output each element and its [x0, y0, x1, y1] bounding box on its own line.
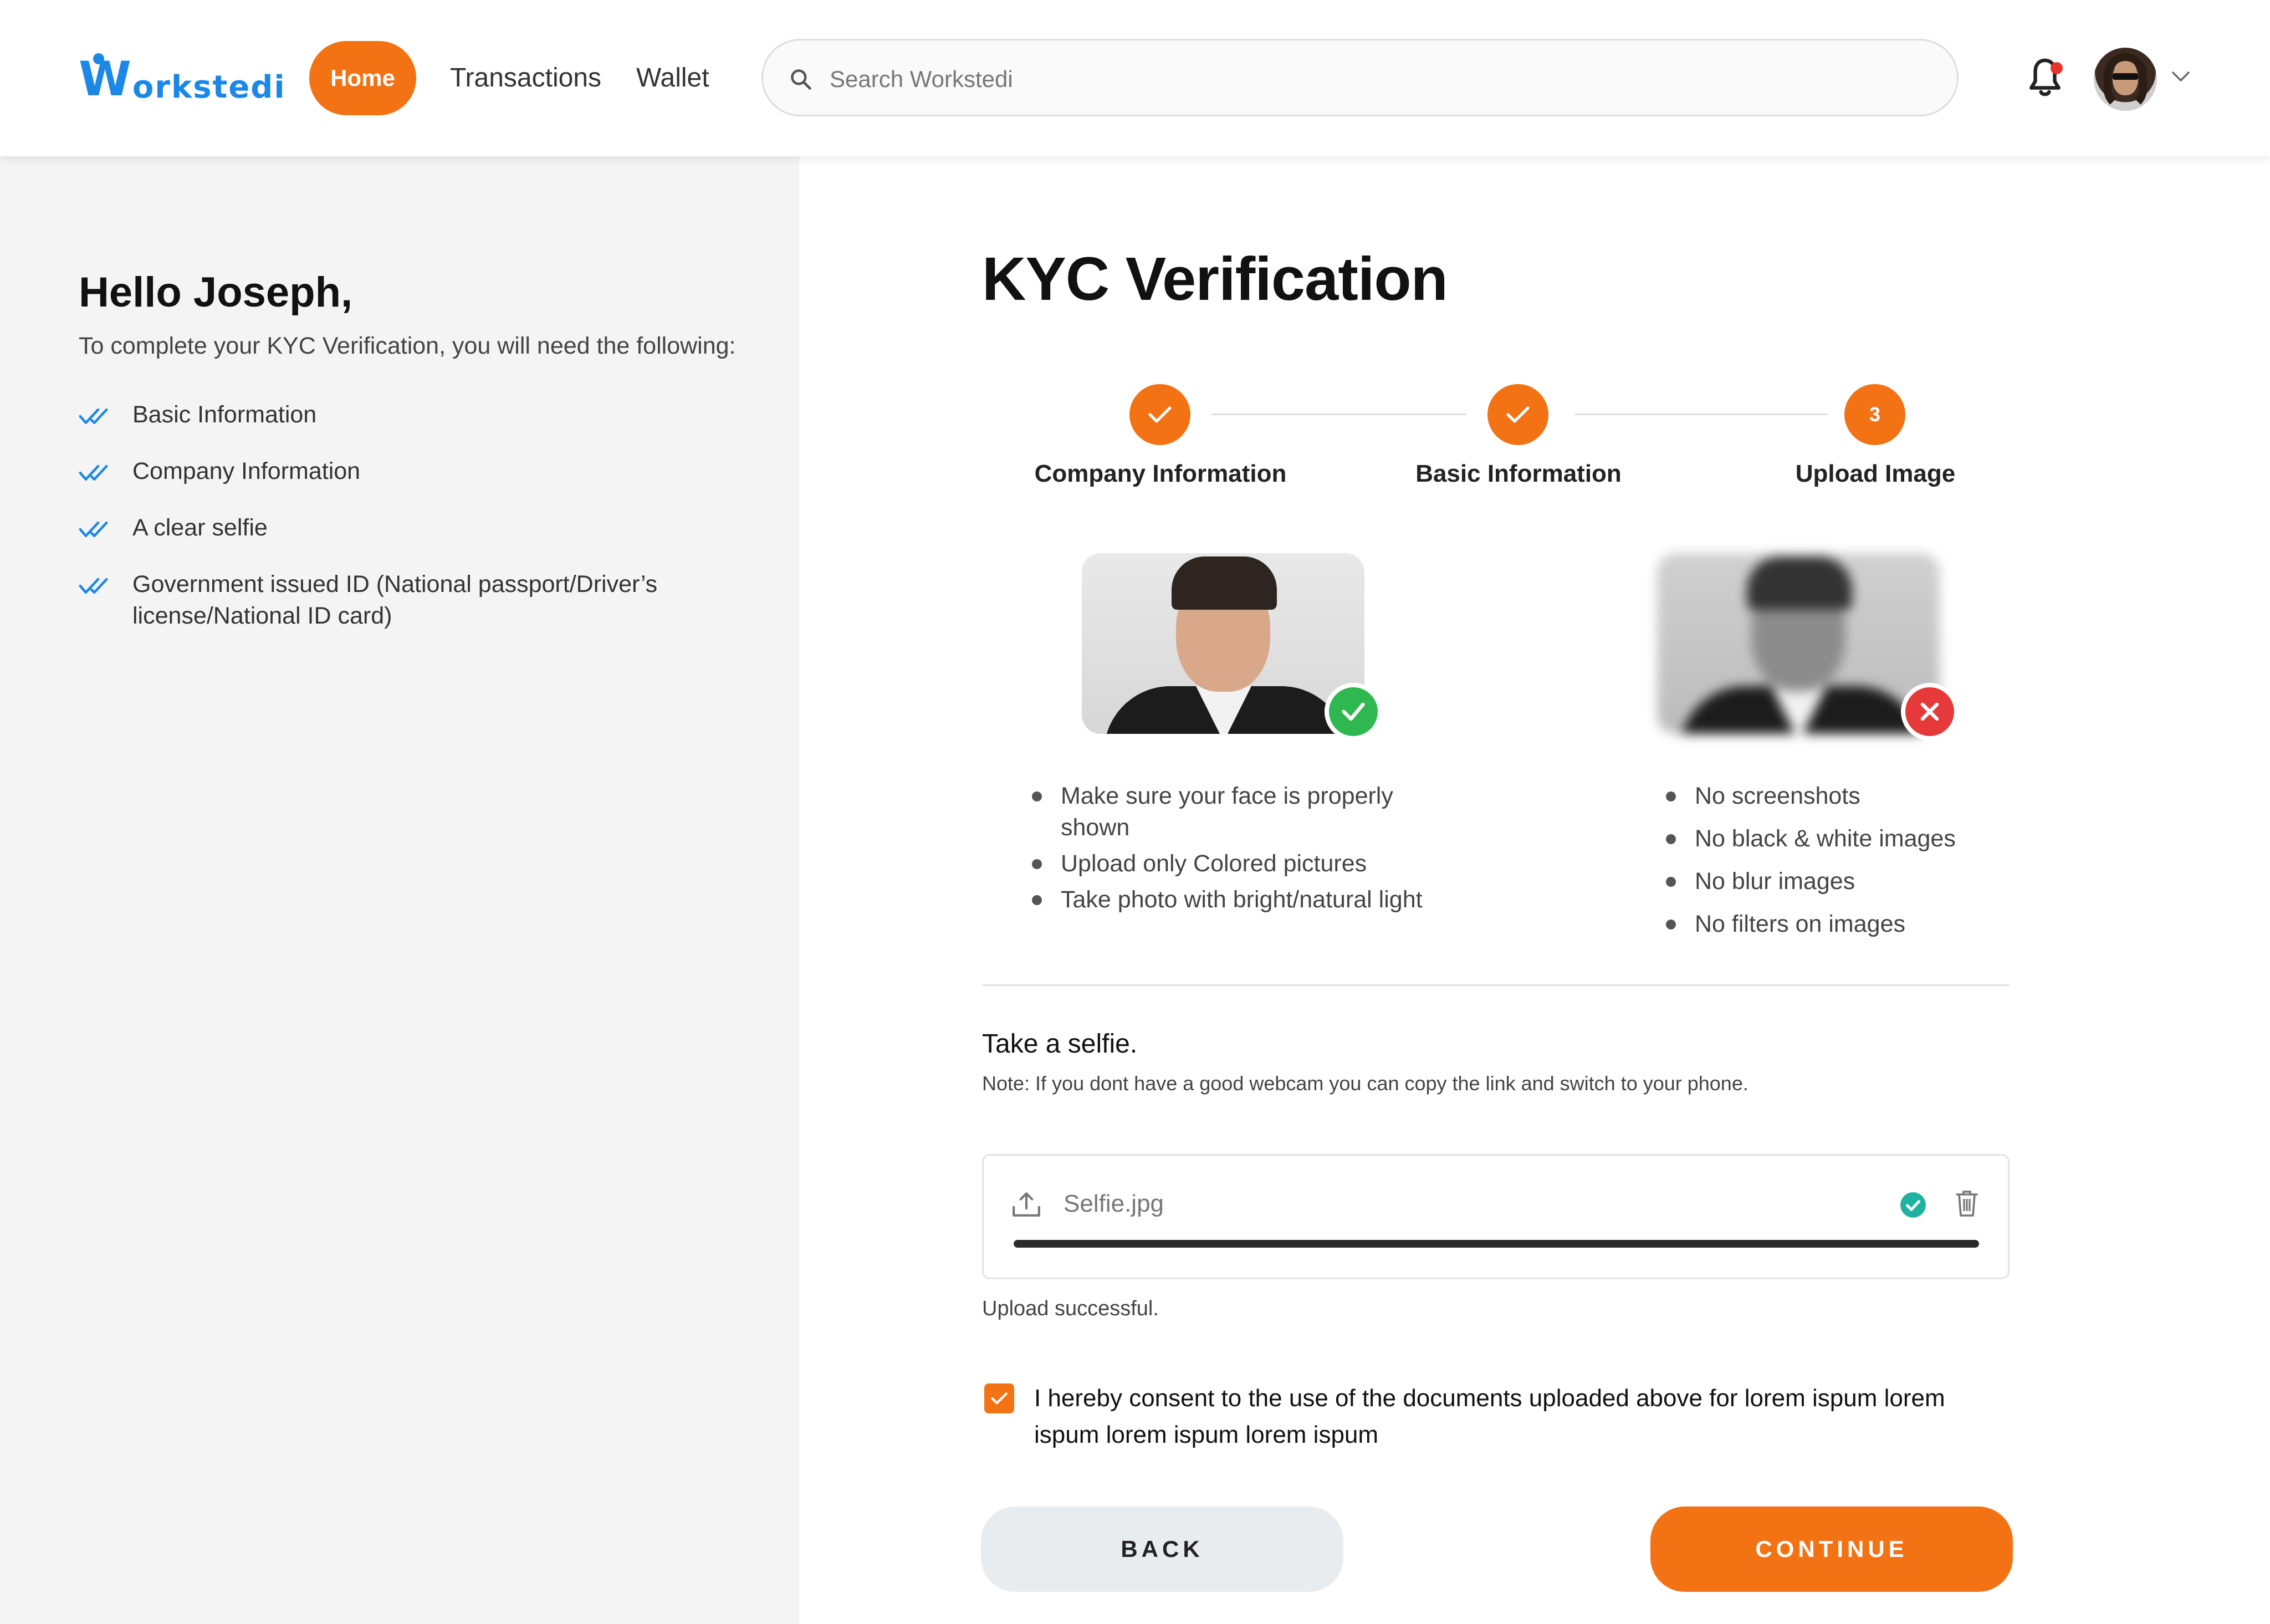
logo-dot [93, 53, 104, 64]
photo-hair [1747, 556, 1852, 610]
file-upload-card[interactable]: Selfie.jpg [982, 1154, 2010, 1279]
bad-photo-rules: No screenshots No black & white images N… [1666, 780, 2054, 951]
nav-transactions[interactable]: Transactions [450, 63, 601, 93]
bad-example-photo [1657, 553, 1940, 734]
upload-status-text: Upload successful. [982, 1297, 1159, 1320]
requirement-label: Basic Information [132, 401, 317, 428]
intro-text: To complete your KYC Verification, you w… [79, 333, 736, 359]
search-bar[interactable] [761, 39, 1959, 116]
continue-button[interactable]: CONTINUE [1650, 1506, 2013, 1592]
step-2-label: Basic Information [1415, 460, 1622, 487]
rejected-badge-icon [1901, 683, 1959, 740]
file-name: Selfie.jpg [1064, 1190, 1164, 1217]
notification-dot [2051, 62, 2063, 74]
upload-progress-fill [1014, 1240, 1979, 1248]
good-example-photo [1082, 553, 1364, 734]
stepper-connector [1575, 413, 1828, 415]
step-2-circle [1487, 384, 1548, 445]
approved-badge-icon [1325, 683, 1382, 740]
workstedi-logo[interactable]: W orkstedi [79, 53, 286, 103]
top-navbar: W orkstedi Home Transactions Wallet [0, 0, 2270, 156]
selfie-heading: Take a selfie. [982, 1029, 1138, 1059]
step-1-label: Company Information [1034, 460, 1287, 487]
rule-item: Upload only Colored pictures [1032, 848, 1453, 880]
nav-home[interactable]: Home [309, 41, 416, 115]
upload-icon[interactable] [1011, 1190, 1041, 1218]
check-icon [991, 1392, 1008, 1405]
requirement-label: Government issued ID (National passport/… [132, 571, 658, 629]
requirement-label: Company Information [132, 458, 361, 484]
double-check-icon [79, 464, 108, 481]
check-icon [1148, 406, 1172, 423]
sidebar-panel [0, 156, 799, 1624]
upload-progress-bar [1014, 1240, 1979, 1248]
requirement-item: Basic Information [79, 399, 777, 431]
greeting-heading: Hello Joseph, [79, 269, 353, 316]
rule-item: No black & white images [1666, 823, 2054, 855]
section-divider [982, 984, 2010, 986]
requirements-list: Basic Information Company Information A … [79, 399, 777, 632]
consent-checkbox[interactable] [984, 1383, 1014, 1413]
double-check-icon [79, 521, 108, 538]
good-photo-rules: Make sure your face is properly shown Up… [1032, 780, 1453, 920]
requirement-item: Government issued ID (National passport/… [79, 569, 777, 632]
avatar[interactable] [2094, 48, 2157, 111]
upload-success-icon [1900, 1192, 1926, 1218]
rule-item: Take photo with bright/natural light [1032, 884, 1453, 916]
requirement-item: A clear selfie [79, 512, 777, 544]
chevron-down-icon[interactable] [2171, 70, 2190, 83]
rule-item: No blur images [1666, 866, 2054, 897]
avatar-glasses [2113, 73, 2138, 80]
step-3-label: Upload Image [1795, 460, 1956, 487]
logo-text: orkstedi [132, 69, 286, 105]
rule-item: No filters on images [1666, 908, 2054, 940]
close-icon [1920, 702, 1939, 721]
requirement-item: Company Information [79, 456, 777, 487]
check-icon [1342, 702, 1365, 721]
requirement-label: A clear selfie [132, 514, 268, 541]
stepper-connector [1211, 413, 1466, 415]
consent-label[interactable]: I hereby consent to the use of the docum… [1034, 1380, 2015, 1453]
back-button[interactable]: BACK [981, 1506, 1343, 1592]
rule-item: No screenshots [1666, 780, 2054, 812]
nav-wallet[interactable]: Wallet [636, 63, 709, 93]
trash-icon[interactable] [1955, 1189, 1979, 1218]
double-check-icon [79, 408, 108, 425]
check-icon [1506, 406, 1530, 423]
search-input[interactable] [830, 57, 1883, 101]
step-3-circle: 3 [1844, 384, 1905, 445]
rule-item: Make sure your face is properly shown [1032, 780, 1453, 844]
photo-hair [1172, 556, 1277, 610]
double-check-icon [79, 578, 108, 594]
selfie-note: Note: If you dont have a good webcam you… [982, 1072, 1748, 1095]
page-title: KYC Verification [982, 245, 1448, 313]
step-1-circle [1129, 384, 1190, 445]
logo-letter-w: W [79, 52, 131, 107]
search-icon [791, 69, 811, 90]
